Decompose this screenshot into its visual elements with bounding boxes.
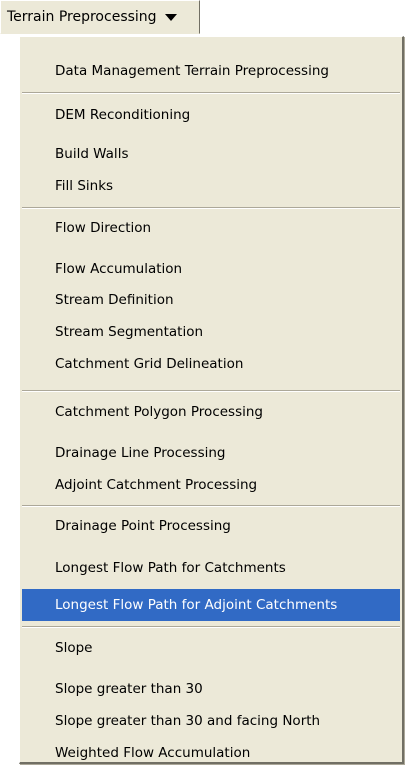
menu-item-flow-accumulation[interactable]: Flow Accumulation <box>22 254 400 284</box>
menu-item-drainage-point-processing[interactable]: Drainage Point Processing <box>22 511 400 541</box>
terrain-preprocessing-menu-button[interactable]: Terrain Preprocessing <box>0 0 200 34</box>
menu-item-catchment-polygon-processing[interactable]: Catchment Polygon Processing <box>22 397 400 427</box>
menu-item-stream-segmentation[interactable]: Stream Segmentation <box>22 317 400 347</box>
screen: Terrain Preprocessing Data Management Te… <box>0 0 410 772</box>
chevron-down-icon <box>164 13 177 21</box>
menu-item-slope[interactable]: Slope <box>22 633 400 663</box>
menu-item-drainage-line-processing[interactable]: Drainage Line Processing <box>22 438 400 468</box>
menu-separator <box>22 207 400 209</box>
menu-item-build-walls[interactable]: Build Walls <box>22 139 400 169</box>
menu-item-slope-greater-than-30[interactable]: Slope greater than 30 <box>22 674 400 704</box>
menu-button-label: Terrain Preprocessing <box>7 9 157 25</box>
menu-separator <box>22 390 400 392</box>
menu-item-longest-flow-path-for-adjoint-catchments[interactable]: Longest Flow Path for Adjoint Catchments <box>22 589 400 621</box>
menu-item-slope-greater-than-30-and-facing-north[interactable]: Slope greater than 30 and facing North <box>22 706 400 736</box>
menu-separator <box>22 626 400 628</box>
terrain-preprocessing-dropdown: Data Management Terrain Preprocessing DE… <box>19 36 404 764</box>
menu-separator <box>22 92 400 94</box>
menu-item-data-management-terrain-preprocessing[interactable]: Data Management Terrain Preprocessing <box>22 56 400 86</box>
menu-item-catchment-grid-delineation[interactable]: Catchment Grid Delineation <box>22 349 400 379</box>
menu-item-dem-reconditioning[interactable]: DEM Reconditioning <box>22 100 400 130</box>
menu-item-adjoint-catchment-processing[interactable]: Adjoint Catchment Processing <box>22 470 400 500</box>
menu-item-longest-flow-path-for-catchments[interactable]: Longest Flow Path for Catchments <box>22 553 400 583</box>
menu-item-fill-sinks[interactable]: Fill Sinks <box>22 171 400 201</box>
menu-separator <box>22 505 400 507</box>
menu-item-weighted-flow-accumulation[interactable]: Weighted Flow Accumulation <box>22 738 400 768</box>
menu-item-flow-direction[interactable]: Flow Direction <box>22 213 400 243</box>
menu-item-stream-definition[interactable]: Stream Definition <box>22 285 400 315</box>
